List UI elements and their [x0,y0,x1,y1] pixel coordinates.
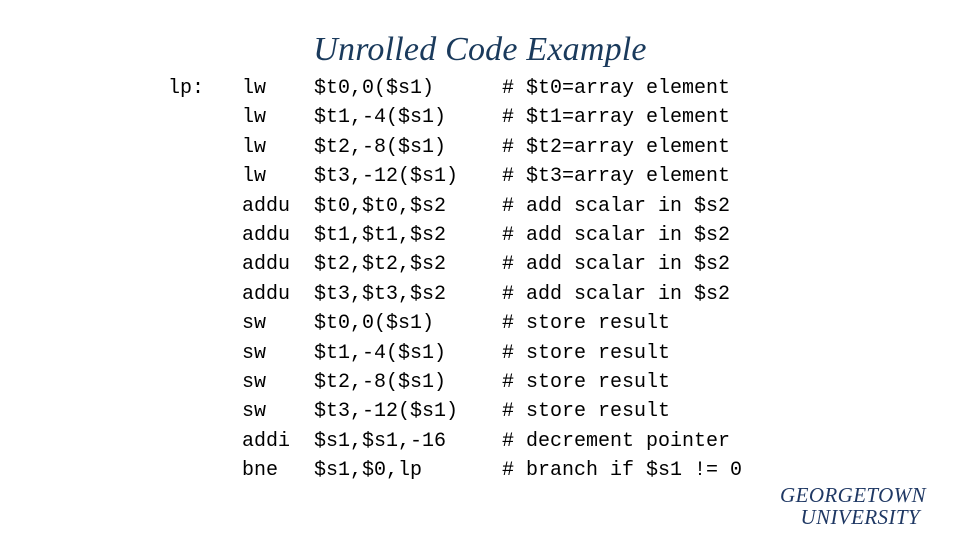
code-mnemonic: lw [242,165,267,189]
code-comment: # store result [502,312,671,336]
code-line: addu $t2,$t2,$s2 # add scalar in $s2 [0,250,960,279]
code-line: addu $t0,$t0,$s2 # add scalar in $s2 [0,192,960,221]
code-mnemonic: addu [242,282,291,306]
code-mnemonic: sw [242,312,267,336]
code-operands: $t2,-8($s1) [314,370,447,394]
code-line: lp: lw $t0,0($s1) # $t0=array element [0,74,960,103]
code-comment: # $t3=array element [502,165,731,189]
code-line: lw $t3,-12($s1) # $t3=array element [0,162,960,191]
code-comment: # add scalar in $s2 [502,223,731,247]
code-comment: # branch if $s1 != 0 [502,459,743,483]
code-operands: $t3,-12($s1) [314,400,459,424]
code-mnemonic: lw [242,135,267,159]
code-operands: $t0,$t0,$s2 [314,194,447,218]
code-comment: # store result [502,370,671,394]
code-mnemonic: bne [242,459,279,483]
code-label: lp: [168,77,205,100]
code-operands: $t1,-4($s1) [314,341,447,365]
code-operands: $t2,$t2,$s2 [314,253,447,277]
code-mnemonic: addu [242,194,291,218]
code-operands: $s1,$0,lp [314,459,423,483]
code-comment: # add scalar in $s2 [502,282,731,306]
code-mnemonic: addu [242,253,291,277]
code-line: sw $t2,-8($s1) # store result [0,368,960,397]
code-line: lw $t2,-8($s1) # $t2=array element [0,133,960,162]
code-line: sw $t1,-4($s1) # store result [0,339,960,368]
code-mnemonic: sw [242,370,267,394]
code-operands: $t3,$t3,$s2 [314,282,447,306]
code-comment: # add scalar in $s2 [502,253,731,277]
code-comment: # $t2=array element [502,135,731,159]
code-operands: $t3,-12($s1) [314,165,459,189]
code-operands: $t0,0($s1) [314,77,435,100]
presentation-slide: Unrolled Code Example lp: lw $t0,0($s1) # $… [0,0,960,540]
code-operands: $t2,-8($s1) [314,135,447,159]
code-line: sw $t3,-12($s1) # store result [0,397,960,426]
code-mnemonic: lw [242,77,267,100]
code-line: lw $t1,-4($s1) # $t1=array element [0,103,960,132]
logo-line-georgetown: GEORGETOWN [780,483,926,507]
code-mnemonic: addi [242,429,291,453]
code-comment: # store result [502,400,671,424]
georgetown-university-logo: GEORGETOWN UNIVERSITY [780,485,926,528]
code-operands: $s1,$s1,-16 [314,429,447,453]
code-line: addu $t1,$t1,$s2 # add scalar in $s2 [0,221,960,250]
code-mnemonic: addu [242,223,291,247]
code-line: sw $t0,0($s1) # store result [0,309,960,338]
code-line: addu $t3,$t3,$s2 # add scalar in $s2 [0,280,960,309]
code-comment: # store result [502,341,671,365]
code-listing: lp: lw $t0,0($s1) # $t0=array element lw $t1,… [0,74,960,485]
code-comment: # $t1=array element [502,106,731,130]
code-comment: # decrement pointer [502,429,731,453]
code-comment: # add scalar in $s2 [502,194,731,218]
code-line: bne $s1,$0,lp # branch if $s1 != 0 [0,456,960,485]
code-comment: # $t0=array element [502,77,731,100]
page-title: Unrolled Code Example [313,31,647,68]
logo-line-university: UNIVERSITY [800,505,920,529]
code-line: addi $s1,$s1,-16 # decrement pointer [0,427,960,456]
code-mnemonic: sw [242,341,267,365]
code-mnemonic: sw [242,400,267,424]
code-operands: $t0,0($s1) [314,312,435,336]
code-operands: $t1,$t1,$s2 [314,223,447,247]
code-mnemonic: lw [242,106,267,130]
code-operands: $t1,-4($s1) [314,106,447,130]
